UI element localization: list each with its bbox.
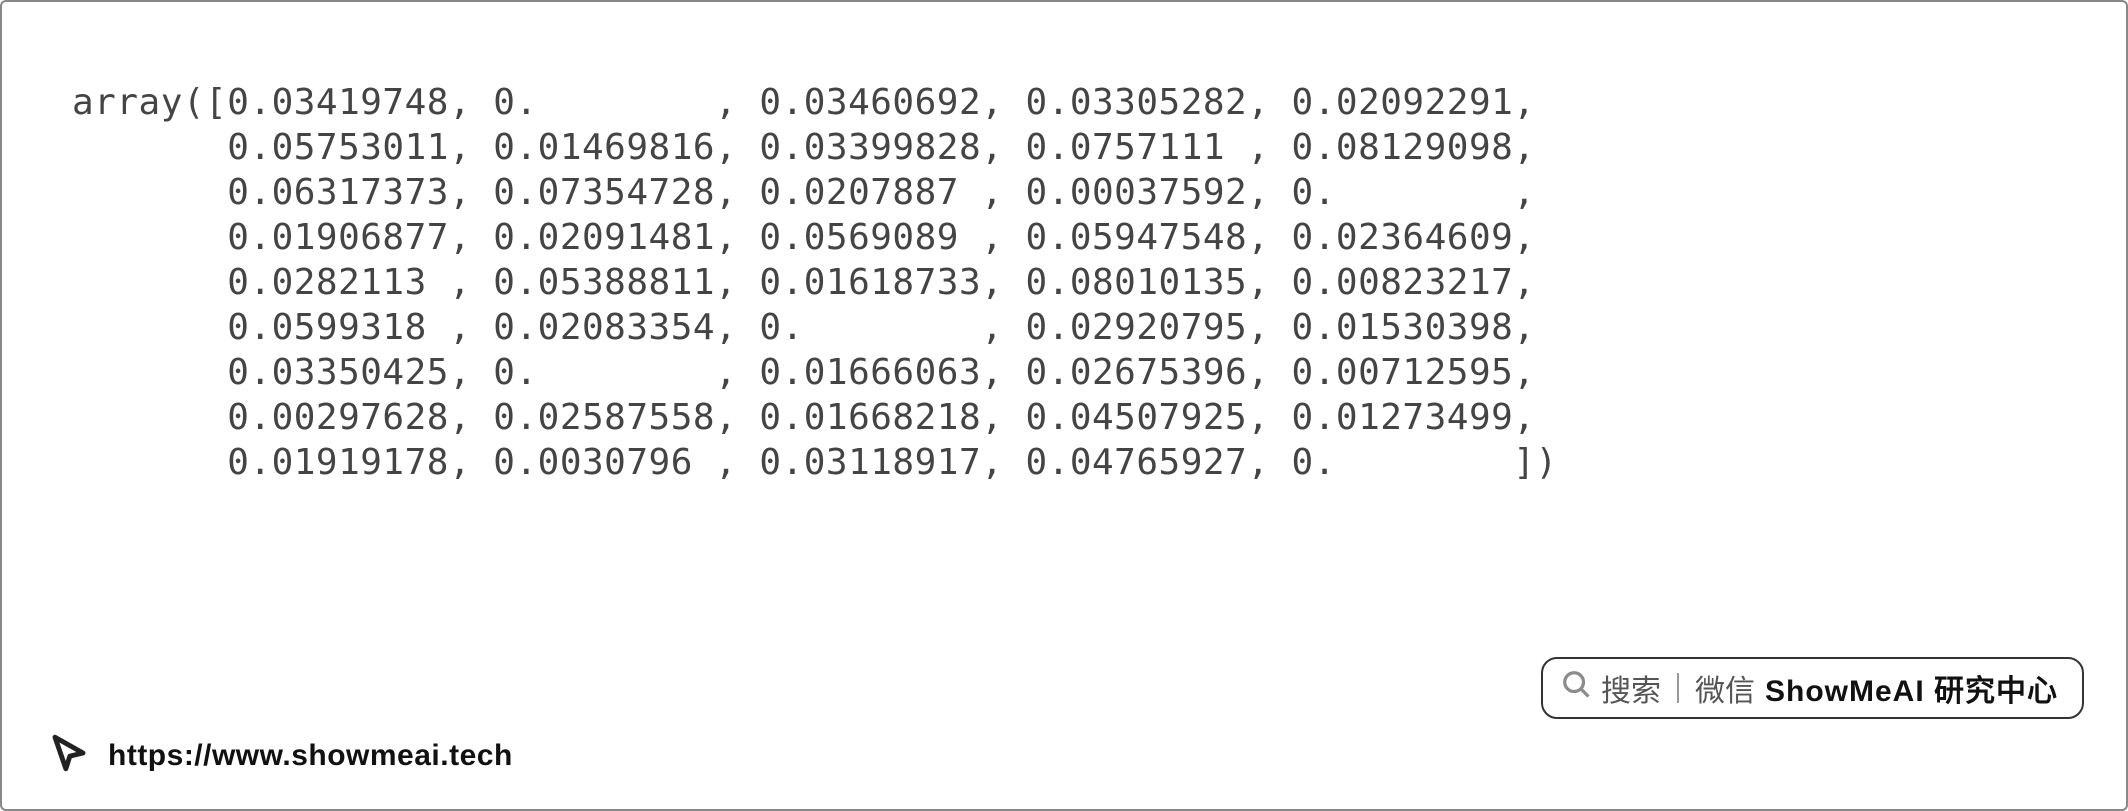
page-frame: array([0.03419748, 0. , 0.03460692, 0.03… (0, 0, 2128, 811)
search-brand: ShowMeAI 研究中心 (1765, 666, 2058, 710)
search-pill[interactable]: 搜索 微信 ShowMeAI 研究中心 (1541, 657, 2084, 719)
search-label-search: 搜索 (1601, 666, 1661, 710)
search-icon (1561, 669, 1591, 707)
cursor-icon (48, 732, 90, 779)
search-label-wechat: 微信 (1695, 666, 1755, 710)
code-output: array([0.03419748, 0. , 0.03460692, 0.03… (72, 80, 1558, 485)
footer: https://www.showmeai.tech (48, 732, 513, 779)
divider (1677, 673, 1679, 703)
footer-url[interactable]: https://www.showmeai.tech (108, 739, 513, 773)
